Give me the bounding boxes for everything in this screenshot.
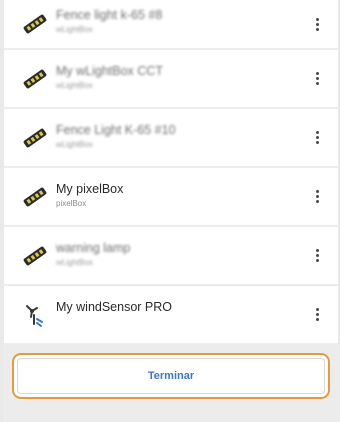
device-type: wLightBox <box>56 25 93 34</box>
device-row[interactable]: warning lamp wLightBox <box>4 227 338 284</box>
device-row[interactable]: Fence Light K-65 #10 wLightBox <box>4 109 338 166</box>
device-name: My windSensor PRO <box>56 300 173 314</box>
device-name: My pixelBox <box>56 182 124 196</box>
more-options-icon[interactable] <box>310 128 324 148</box>
device-row[interactable]: My windSensor PRO <box>4 286 338 343</box>
wind-sensor-icon <box>26 304 43 327</box>
finish-button-label: Terminar <box>147 370 195 382</box>
led-strip-icon <box>23 128 47 147</box>
device-type: wLightBox <box>56 140 93 149</box>
device-row[interactable]: My wLightBox CCT wLightBox <box>4 50 338 107</box>
more-options-icon[interactable] <box>310 187 324 207</box>
more-options-icon[interactable] <box>310 14 324 34</box>
led-strip-icon <box>23 69 47 88</box>
led-strip-icon <box>23 187 47 206</box>
device-list: Fence light k-65 #8 wLightBox My wLightB… <box>4 0 338 345</box>
device-row[interactable]: My pixelBox pixelBox <box>4 168 338 225</box>
finish-button[interactable]: Terminar <box>12 353 330 399</box>
led-strip-icon <box>23 246 47 265</box>
footer-bar: Terminar <box>4 345 338 422</box>
led-strip-icon <box>23 14 47 34</box>
device-type: pixelBox <box>56 199 87 208</box>
device-name: Fence Light K-65 #10 <box>56 123 176 137</box>
more-options-icon[interactable] <box>310 69 324 89</box>
device-name: Fence light k-65 #8 <box>56 8 163 22</box>
device-name: My wLightBox CCT <box>56 64 163 78</box>
more-options-icon[interactable] <box>310 305 324 325</box>
more-options-icon[interactable] <box>310 246 324 266</box>
device-name: warning lamp <box>56 241 131 255</box>
device-list-screen: Fence light k-65 #8 wLightBox My wLightB… <box>4 0 338 422</box>
device-row[interactable]: Fence light k-65 #8 wLightBox <box>4 0 338 48</box>
device-type: wLightBox <box>56 81 93 90</box>
device-type: wLightBox <box>56 258 93 267</box>
